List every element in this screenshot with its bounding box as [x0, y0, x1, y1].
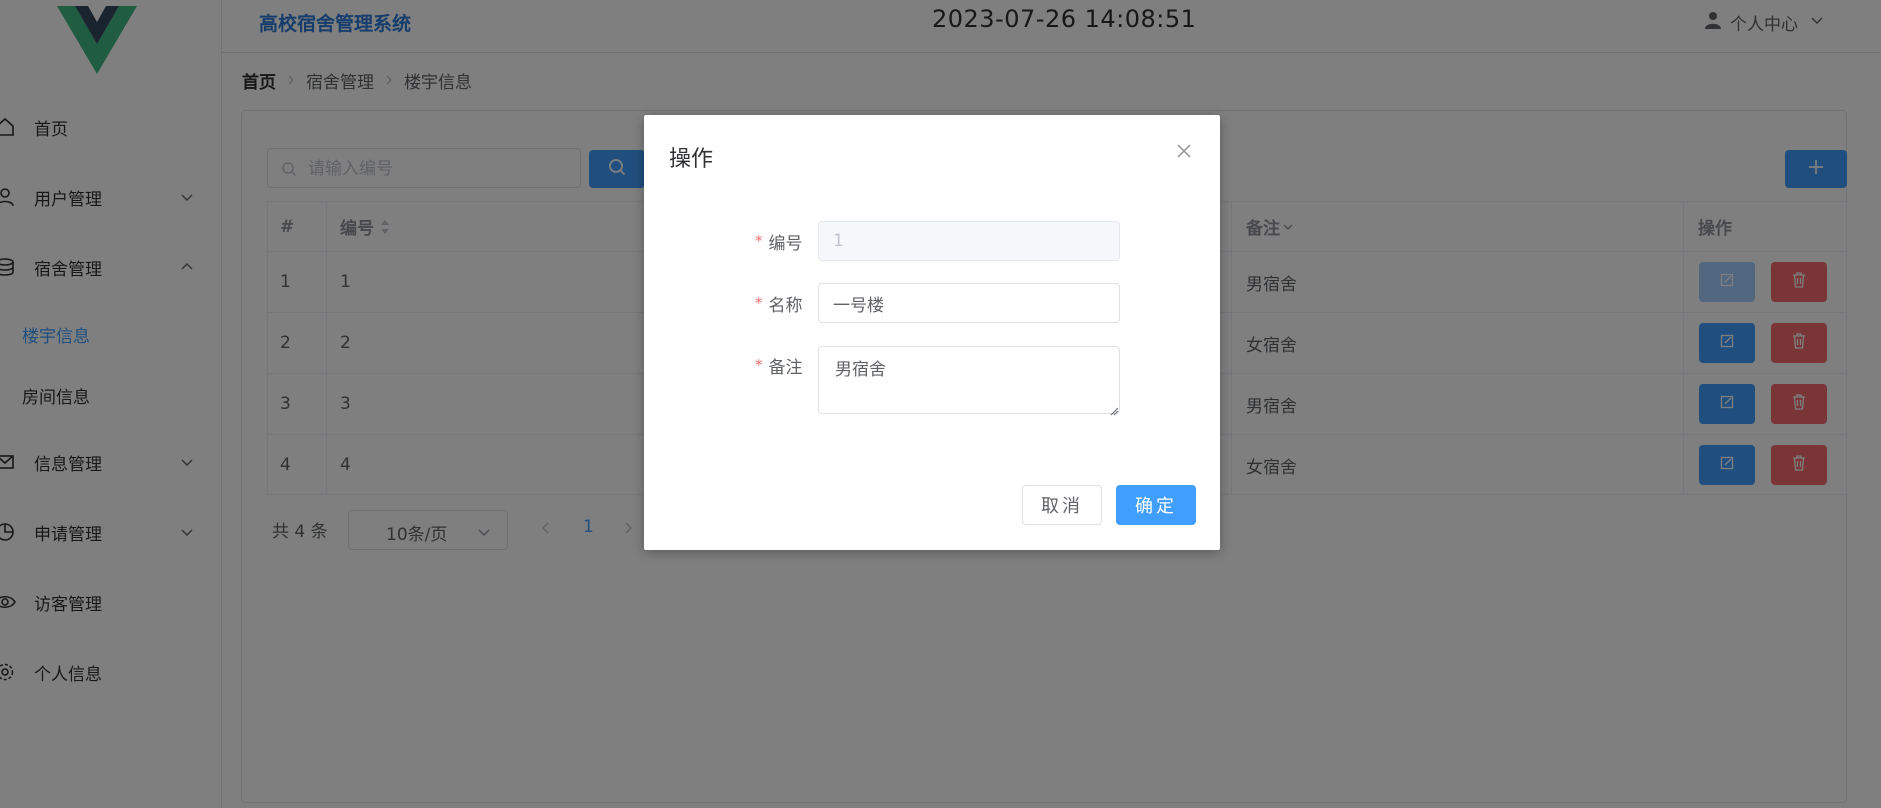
required-asterisk: *	[755, 356, 763, 374]
cancel-button[interactable]: 取消	[1022, 485, 1102, 525]
field-label-text: 名称	[768, 295, 803, 316]
field-label-text: 编号	[768, 233, 803, 254]
field-label-text: 备注	[768, 357, 803, 378]
required-asterisk: *	[755, 294, 763, 312]
field-label-name: * 名称	[755, 283, 803, 323]
field-label-code: * 编号	[755, 221, 803, 261]
required-asterisk: *	[755, 232, 763, 250]
resize-handle-icon[interactable]	[1110, 401, 1119, 421]
field-label-remark: * 备注	[755, 345, 803, 385]
close-icon	[1176, 144, 1192, 164]
code-input[interactable]	[818, 221, 1120, 261]
name-input[interactable]	[818, 283, 1120, 323]
edit-dialog: 操作 * 编号 * 名称 * 备注 男宿舍 取消 确定	[644, 115, 1220, 550]
dialog-title: 操作	[669, 147, 714, 172]
confirm-button[interactable]: 确定	[1116, 485, 1196, 525]
close-button[interactable]	[1176, 143, 1192, 164]
remark-textarea[interactable]: 男宿舍	[818, 346, 1120, 414]
